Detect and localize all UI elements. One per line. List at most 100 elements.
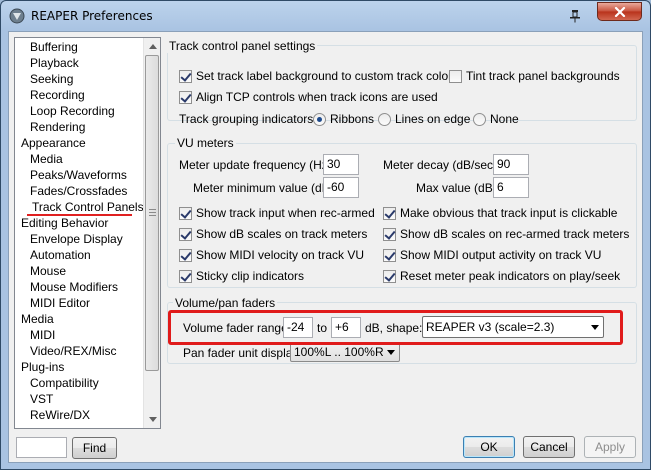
- apply-button[interactable]: Apply: [584, 436, 636, 458]
- find-input[interactable]: [16, 437, 67, 458]
- checkbox-box[interactable]: [179, 90, 192, 104]
- show-db-scales-checkbox[interactable]: Show dB scales on track meters: [179, 226, 367, 242]
- sidebar-item-automation[interactable]: Automation: [30, 247, 91, 263]
- radio-label: Ribbons: [330, 112, 375, 126]
- sidebar-item-vst[interactable]: VST: [30, 391, 53, 407]
- dialog-client-area: Buffering Playback Seeking Recording Loop Re…: [8, 31, 643, 463]
- pan-fader-unit-label: Pan fader unit display:: [183, 346, 302, 360]
- meter-update-frequency-input[interactable]: 30: [323, 154, 359, 175]
- sidebar-item-buffering[interactable]: Buffering: [30, 39, 78, 55]
- radio-button[interactable]: [473, 112, 486, 126]
- checkbox-label: Sticky clip indicators: [196, 269, 305, 283]
- radio-button[interactable]: [313, 112, 326, 126]
- scroll-thumb[interactable]: [145, 55, 159, 371]
- ok-button[interactable]: OK: [463, 436, 515, 458]
- radio-button[interactable]: [378, 112, 391, 126]
- checkbox-label: Show dB scales on rec-armed track meters: [400, 227, 630, 241]
- checkbox-box[interactable]: [383, 248, 396, 262]
- set-label-bg-checkbox[interactable]: Set track label background to custom tra…: [179, 68, 458, 84]
- title-bar[interactable]: REAPER Preferences: [1, 1, 650, 31]
- sidebar-item-appearance[interactable]: Appearance: [21, 135, 86, 151]
- sidebar-item-loop-recording[interactable]: Loop Recording: [30, 103, 115, 119]
- sidebar-item-plug-ins[interactable]: Plug-ins: [21, 359, 64, 375]
- sidebar-item-midi[interactable]: MIDI: [30, 327, 55, 343]
- checkbox-box[interactable]: [179, 206, 192, 220]
- checkbox-label: Align TCP controls when track icons are …: [196, 90, 438, 104]
- checkbox-box[interactable]: [383, 269, 396, 283]
- tint-bg-checkbox[interactable]: Tint track panel backgrounds: [449, 68, 620, 84]
- tcp-group-title: Track control panel settings: [167, 39, 318, 53]
- settings-panel: Track control panel settings Set track l…: [167, 32, 642, 430]
- scroll-down-button[interactable]: [144, 411, 161, 428]
- make-obvious-checkbox[interactable]: Make obvious that track input is clickab…: [383, 205, 617, 221]
- max-value-input[interactable]: 6: [493, 177, 529, 198]
- checkbox-box[interactable]: [179, 248, 192, 262]
- pin-icon[interactable]: [568, 9, 582, 23]
- sidebar-item-peaks-waveforms[interactable]: Peaks/Waveforms: [30, 167, 127, 183]
- radio-none[interactable]: None: [473, 111, 519, 127]
- checkbox-box[interactable]: [179, 227, 192, 241]
- show-track-input-checkbox[interactable]: Show track input when rec-armed: [179, 205, 375, 221]
- sidebar-item-rendering[interactable]: Rendering: [30, 119, 85, 135]
- radio-lines-on-edge[interactable]: Lines on edge: [378, 111, 470, 127]
- cancel-button[interactable]: Cancel: [523, 436, 575, 458]
- pan-fader-unit-select[interactable]: 100%L .. 100%R: [290, 342, 400, 362]
- checkbox-box[interactable]: [449, 69, 462, 83]
- checkbox-label: Show MIDI output activity on track VU: [400, 248, 602, 262]
- close-icon: [614, 6, 625, 17]
- reset-meter-peak-checkbox[interactable]: Reset meter peak indicators on play/seek: [383, 268, 620, 284]
- preferences-tree: Buffering Playback Seeking Recording Loop Re…: [14, 37, 161, 429]
- sidebar-item-mouse[interactable]: Mouse: [30, 263, 66, 279]
- show-db-scales-rec-armed-checkbox[interactable]: Show dB scales on rec-armed track meters: [383, 226, 629, 242]
- close-button[interactable]: [597, 2, 642, 21]
- checkbox-label: Show MIDI velocity on track VU: [196, 248, 365, 262]
- window-title: REAPER Preferences: [31, 9, 153, 23]
- checkbox-box[interactable]: [179, 69, 192, 83]
- meter-decay-label: Meter decay (dB/sec):: [383, 158, 501, 172]
- sidebar-item-playback[interactable]: Playback: [30, 55, 79, 71]
- sidebar-item-rewire-dx[interactable]: ReWire/DX: [30, 407, 90, 423]
- checkbox-label: Make obvious that track input is clickab…: [400, 206, 618, 220]
- sidebar-item-seeking[interactable]: Seeking: [30, 71, 73, 87]
- sidebar-item-compatibility[interactable]: Compatibility: [30, 375, 99, 391]
- max-value-label: Max value (dB):: [416, 181, 501, 195]
- sidebar-item-media[interactable]: Media: [21, 311, 54, 327]
- meter-minimum-input[interactable]: -60: [323, 177, 359, 198]
- sidebar-item-track-control-panels[interactable]: Track Control Panels: [30, 199, 143, 215]
- show-midi-output-checkbox[interactable]: Show MIDI output activity on track VU: [383, 247, 601, 263]
- pan-fader-unit-value: 100%L .. 100%R: [294, 345, 384, 359]
- tree-scrollbar[interactable]: [143, 38, 160, 428]
- radio-label: None: [490, 112, 519, 126]
- annotation-highlight-box: [168, 310, 623, 345]
- radio-ribbons[interactable]: Ribbons: [313, 111, 374, 127]
- sidebar-item-envelope-display[interactable]: Envelope Display: [30, 231, 123, 247]
- grouping-indicators-label: Track grouping indicators:: [179, 112, 317, 126]
- checkbox-label: Show dB scales on track meters: [196, 227, 368, 241]
- sidebar-item-recording[interactable]: Recording: [30, 87, 85, 103]
- sidebar-item-video-rex-misc[interactable]: Video/REX/Misc: [30, 343, 116, 359]
- sticky-clip-checkbox[interactable]: Sticky clip indicators: [179, 268, 304, 284]
- sidebar-item-editing-behavior[interactable]: Editing Behavior: [21, 215, 108, 231]
- meter-decay-input[interactable]: 90: [493, 154, 529, 175]
- scroll-down-icon: [148, 417, 157, 422]
- sidebar-item-mouse-modifiers[interactable]: Mouse Modifiers: [30, 279, 118, 295]
- checkbox-label: Set track label background to custom tra…: [196, 69, 459, 83]
- tree-list: Buffering Playback Seeking Recording Loop Re…: [15, 39, 143, 427]
- find-button[interactable]: Find: [72, 437, 117, 459]
- meter-update-frequency-label: Meter update frequency (Hz):: [179, 158, 336, 172]
- align-tcp-checkbox[interactable]: Align TCP controls when track icons are …: [179, 89, 438, 105]
- reaper-app-icon: [9, 8, 25, 24]
- checkbox-box[interactable]: [179, 269, 192, 283]
- meter-minimum-label: Meter minimum value (dB):: [193, 181, 338, 195]
- checkbox-box[interactable]: [383, 227, 396, 241]
- scroll-up-icon: [148, 44, 157, 49]
- scroll-up-button[interactable]: [144, 38, 161, 55]
- sidebar-item-midi-editor[interactable]: MIDI Editor: [30, 295, 90, 311]
- radio-label: Lines on edge: [395, 112, 471, 126]
- sidebar-item-media[interactable]: Media: [30, 151, 63, 167]
- faders-group-title: Volume/pan faders: [173, 296, 278, 310]
- checkbox-box[interactable]: [383, 206, 396, 220]
- sidebar-item-fades-crossfades[interactable]: Fades/Crossfades: [30, 183, 127, 199]
- vu-group-title: VU meters: [175, 136, 236, 150]
- show-midi-velocity-checkbox[interactable]: Show MIDI velocity on track VU: [179, 247, 364, 263]
